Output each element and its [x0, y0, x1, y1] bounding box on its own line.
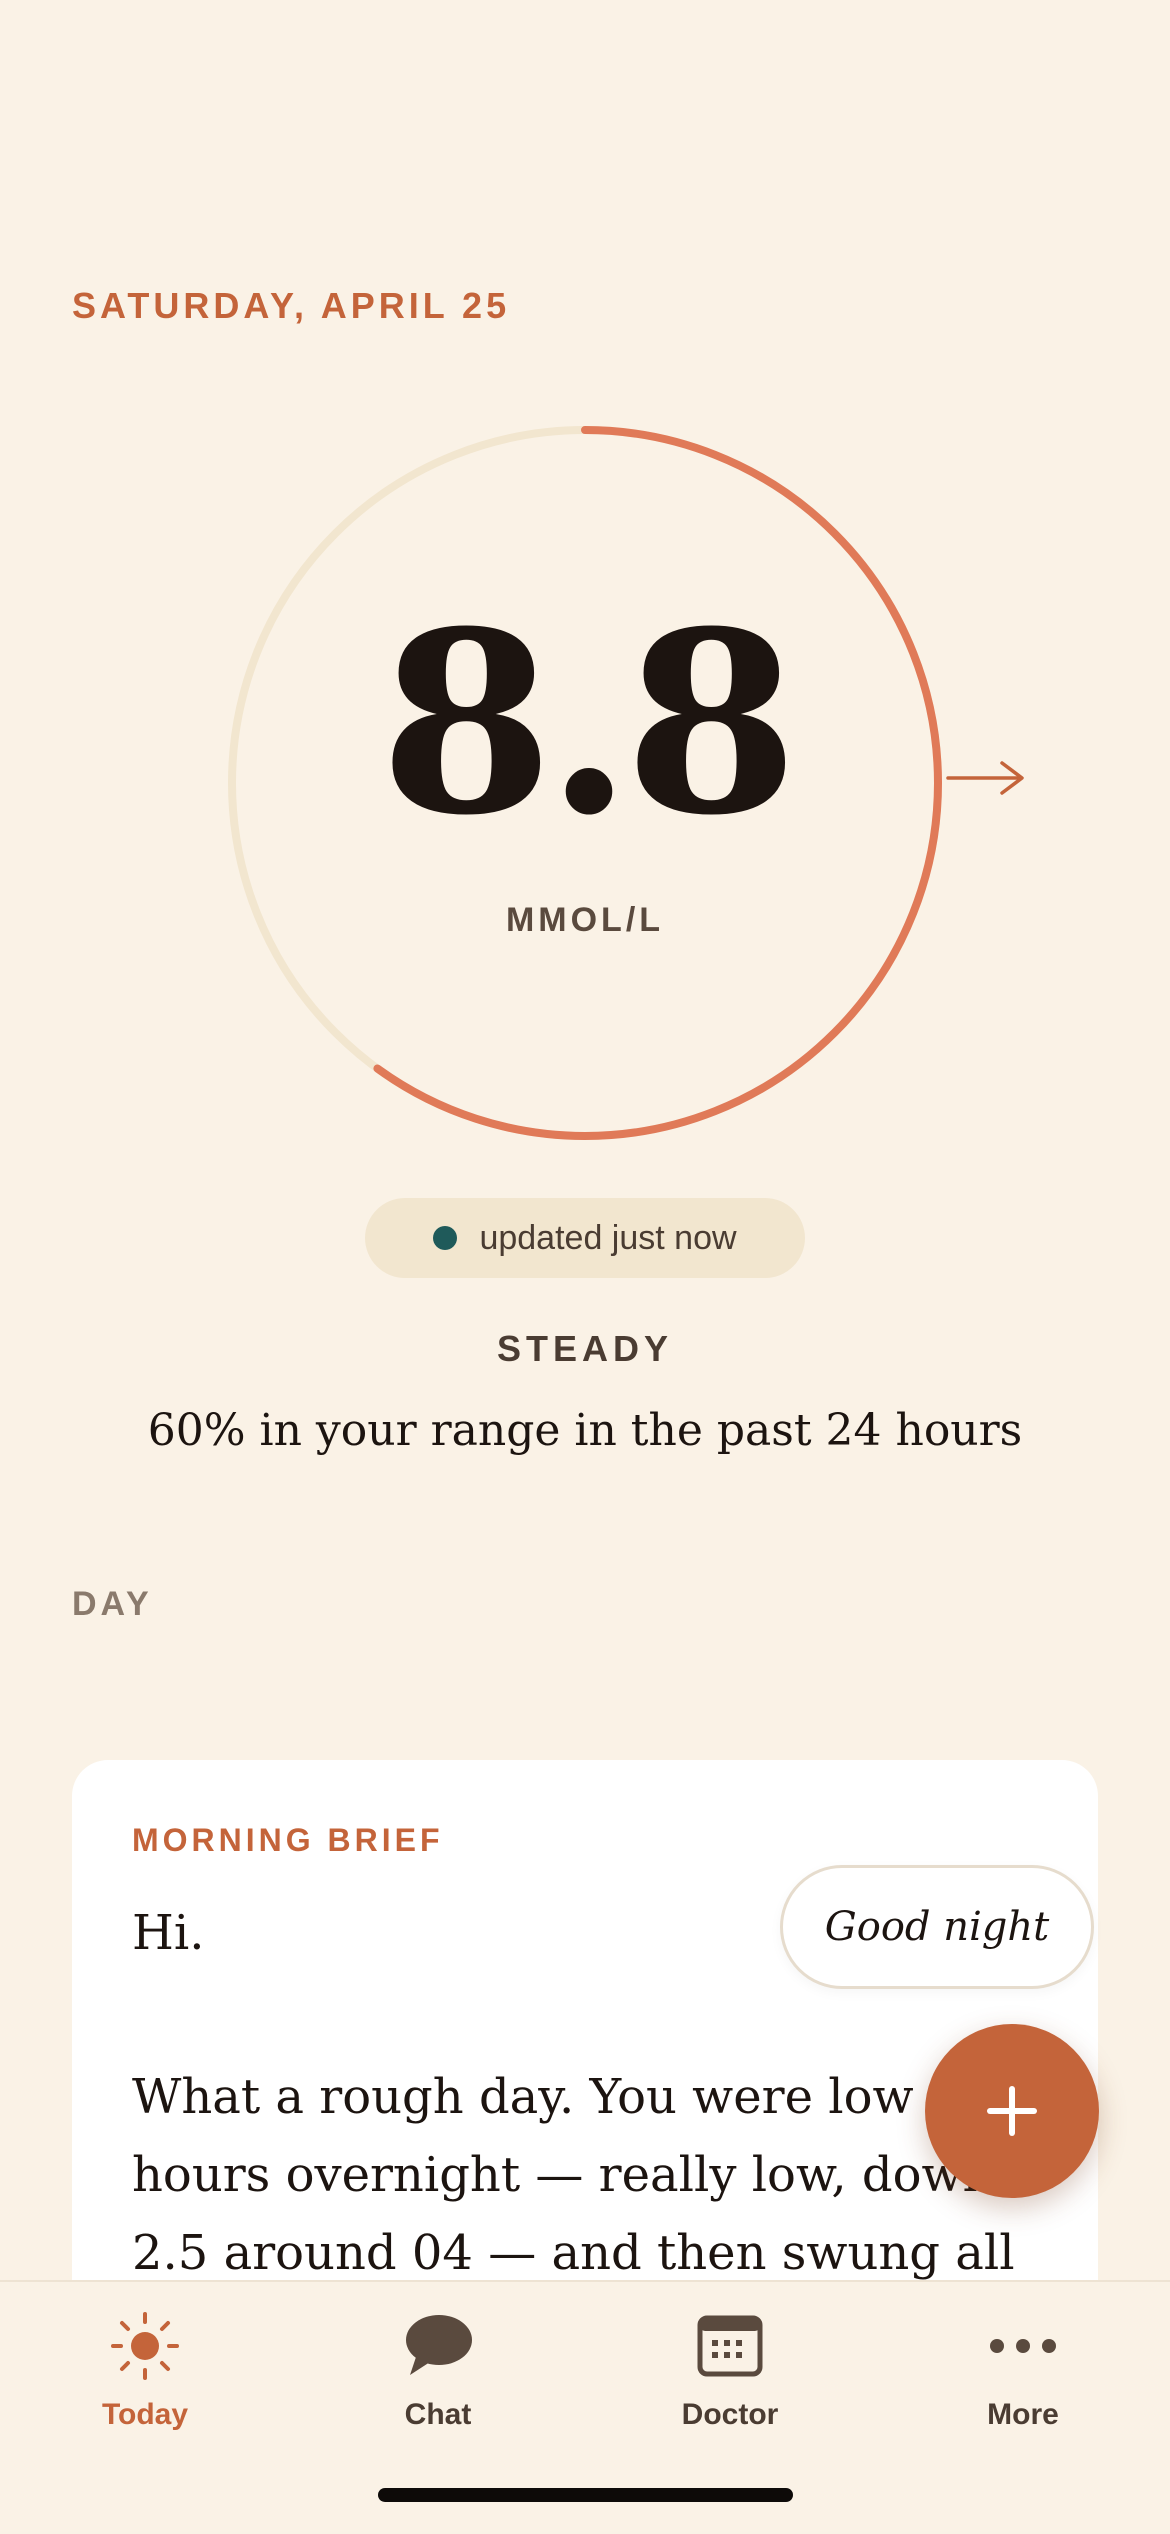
- good-night-button[interactable]: Good night: [780, 1865, 1094, 1989]
- tab-chat-label: Chat: [404, 2398, 472, 2431]
- tab-more-label: More: [987, 2398, 1059, 2431]
- tab-more[interactable]: More: [913, 2310, 1133, 2450]
- plus-icon: [987, 2086, 1037, 2136]
- home-indicator: [378, 2488, 793, 2502]
- tab-today[interactable]: Today: [35, 2310, 255, 2450]
- sun-icon: [105, 2310, 185, 2382]
- calendar-icon: [690, 2310, 770, 2382]
- tab-chat[interactable]: Chat: [328, 2310, 548, 2450]
- brief-line: hours overnight — really low, down: [132, 2147, 994, 2203]
- chat-bubble-icon: [398, 2310, 478, 2382]
- brief-line: 2.5 around 04 — and then swung all: [132, 2225, 1015, 2280]
- glucose-ring[interactable]: 8.8 MMOL/L: [225, 423, 945, 1143]
- reading-value: 8.8: [379, 576, 799, 870]
- morning-brief-card[interactable]: MORNING BRIEF Hi. What a rough day. You …: [72, 1760, 1098, 2280]
- reading-unit: MMOL/L: [505, 901, 665, 939]
- right-arrow-icon: [946, 761, 1024, 795]
- tab-doctor[interactable]: Doctor: [620, 2310, 840, 2450]
- more-dots-icon: [983, 2310, 1063, 2382]
- brief-body: What a rough day. You were low f hours o…: [132, 2058, 1032, 2280]
- brief-line: What a rough day. You were low f: [132, 2069, 947, 2125]
- trend-status: STEADY: [496, 1328, 674, 1369]
- tab-today-label: Today: [101, 2398, 189, 2431]
- date-label: SATURDAY, APRIL 25: [72, 285, 511, 326]
- add-button[interactable]: [925, 2024, 1099, 2198]
- brief-title: MORNING BRIEF: [132, 1822, 444, 1858]
- updated-pill: updated just now: [365, 1198, 805, 1278]
- section-day-label: DAY: [72, 1585, 153, 1623]
- brief-greeting: Hi.: [132, 1905, 205, 1961]
- status-dot: [433, 1226, 458, 1250]
- updated-text: updated just now: [479, 1218, 737, 1257]
- range-summary: 60% in your range in the past 24 hours: [147, 1405, 1023, 1456]
- tab-doctor-label: Doctor: [681, 2398, 779, 2431]
